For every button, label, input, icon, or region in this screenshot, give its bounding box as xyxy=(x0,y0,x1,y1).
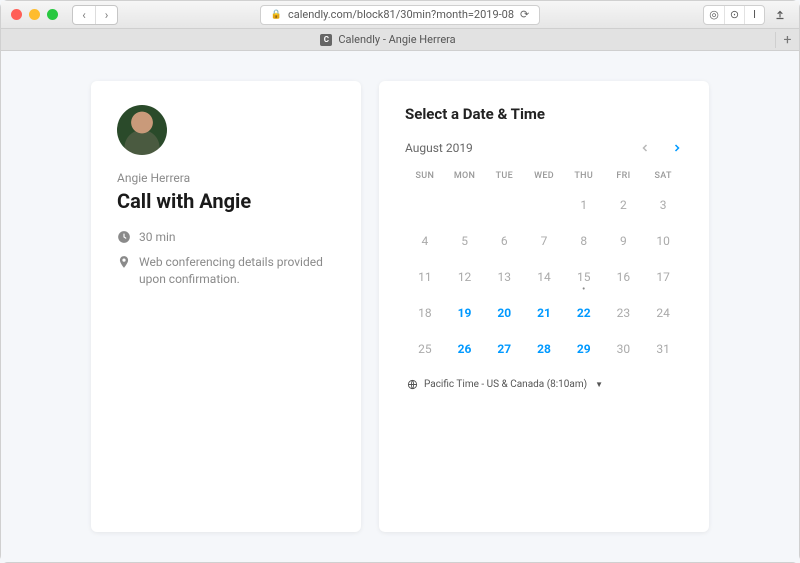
calendar-day: 2 xyxy=(604,189,644,221)
new-tab-button[interactable]: + xyxy=(775,32,799,48)
browser-tab[interactable]: C Calendly - Angie Herrera xyxy=(1,33,775,46)
calendar-day: 14 xyxy=(524,261,564,293)
window-close-button[interactable] xyxy=(11,9,22,20)
back-button[interactable]: ‹ xyxy=(73,6,95,24)
date-picker-panel: Select a Date & Time August 2019 SUNMONT… xyxy=(379,81,709,532)
location-text: Web conferencing details provided upon c… xyxy=(139,254,335,288)
calendar-grid: SUNMONTUEWEDTHUFRISAT1234567891011121314… xyxy=(405,167,683,365)
address-bar[interactable]: 🔒 calendly.com/block81/30min?month=2019-… xyxy=(260,5,540,25)
clock-icon xyxy=(117,230,131,244)
calendar-day xyxy=(405,189,445,221)
calendar-day: 23 xyxy=(604,297,644,329)
toolbar-button-group: ◎ ⊙ I xyxy=(703,5,765,25)
chevron-down-icon: ▼ xyxy=(595,380,603,389)
calendar-day: 16 xyxy=(604,261,644,293)
weekday-header: SAT xyxy=(643,167,683,185)
calendar-day: 11 xyxy=(405,261,445,293)
share-icon[interactable] xyxy=(771,6,789,24)
window-zoom-button[interactable] xyxy=(47,9,58,20)
calendar-day: 5 xyxy=(445,225,485,257)
event-details-panel: Angie Herrera Call with Angie 30 min Web… xyxy=(91,81,361,532)
prev-month-button[interactable] xyxy=(639,142,651,154)
calendar-day: 24 xyxy=(643,297,683,329)
calendar-day: 31 xyxy=(643,333,683,365)
calendar-day: 3 xyxy=(643,189,683,221)
calendar-day: 1 xyxy=(564,189,604,221)
weekday-header: TUE xyxy=(484,167,524,185)
calendar-day xyxy=(524,189,564,221)
calendar-day[interactable]: 21 xyxy=(524,297,564,329)
timezone-selector[interactable]: Pacific Time - US & Canada (8:10am) ▼ xyxy=(405,379,683,390)
calendar-day: 7 xyxy=(524,225,564,257)
calendar-day[interactable]: 29 xyxy=(564,333,604,365)
calendar-day[interactable]: 26 xyxy=(445,333,485,365)
window-minimize-button[interactable] xyxy=(29,9,40,20)
address-url: calendly.com/block81/30min?month=2019-08 xyxy=(288,8,514,21)
host-name: Angie Herrera xyxy=(117,171,335,185)
calendar-day: 15 xyxy=(564,261,604,293)
nav-buttons: ‹ › xyxy=(72,5,118,25)
page-content: Angie Herrera Call with Angie 30 min Web… xyxy=(1,51,799,562)
calendar-day xyxy=(484,189,524,221)
reload-icon[interactable]: ⟳ xyxy=(520,8,529,21)
calendar-day: 10 xyxy=(643,225,683,257)
globe-icon xyxy=(407,379,418,390)
weekday-header: FRI xyxy=(604,167,644,185)
calendar-day: 9 xyxy=(604,225,644,257)
toolbar-button-1[interactable]: ◎ xyxy=(704,6,724,24)
timezone-text: Pacific Time - US & Canada (8:10am) xyxy=(424,379,587,390)
calendar-day: 6 xyxy=(484,225,524,257)
weekday-header: THU xyxy=(564,167,604,185)
weekday-header: SUN xyxy=(405,167,445,185)
calendar-day xyxy=(445,189,485,221)
weekday-header: WED xyxy=(524,167,564,185)
calendar-day: 12 xyxy=(445,261,485,293)
picker-title: Select a Date & Time xyxy=(405,105,683,123)
browser-tabs: C Calendly - Angie Herrera + xyxy=(1,29,799,51)
browser-titlebar: ‹ › 🔒 calendly.com/block81/30min?month=2… xyxy=(1,1,799,29)
calendar-day: 18 xyxy=(405,297,445,329)
lock-icon: 🔒 xyxy=(271,10,282,20)
duration-text: 30 min xyxy=(139,229,176,246)
toolbar-button-2[interactable]: ⊙ xyxy=(724,6,744,24)
meeting-title: Call with Angie xyxy=(117,189,335,213)
calendar-day[interactable]: 28 xyxy=(524,333,564,365)
calendar-day: 17 xyxy=(643,261,683,293)
favicon-icon: C xyxy=(320,34,332,46)
forward-button[interactable]: › xyxy=(95,6,117,24)
next-month-button[interactable] xyxy=(671,142,683,154)
window-traffic-lights xyxy=(11,9,58,20)
calendar-day: 30 xyxy=(604,333,644,365)
month-label: August 2019 xyxy=(405,141,473,155)
toolbar-button-3[interactable]: I xyxy=(744,6,764,24)
calendar-day[interactable]: 22 xyxy=(564,297,604,329)
duration-row: 30 min xyxy=(117,229,335,246)
month-navigation: August 2019 xyxy=(405,141,683,155)
calendar-day[interactable]: 27 xyxy=(484,333,524,365)
calendar-day: 4 xyxy=(405,225,445,257)
location-icon xyxy=(117,255,131,269)
calendar-day[interactable]: 20 xyxy=(484,297,524,329)
weekday-header: MON xyxy=(445,167,485,185)
calendar-day: 13 xyxy=(484,261,524,293)
calendar-day[interactable]: 19 xyxy=(445,297,485,329)
calendar-day: 25 xyxy=(405,333,445,365)
calendar-day: 8 xyxy=(564,225,604,257)
tab-title: Calendly - Angie Herrera xyxy=(338,33,455,46)
host-avatar xyxy=(117,105,167,155)
location-row: Web conferencing details provided upon c… xyxy=(117,254,335,288)
